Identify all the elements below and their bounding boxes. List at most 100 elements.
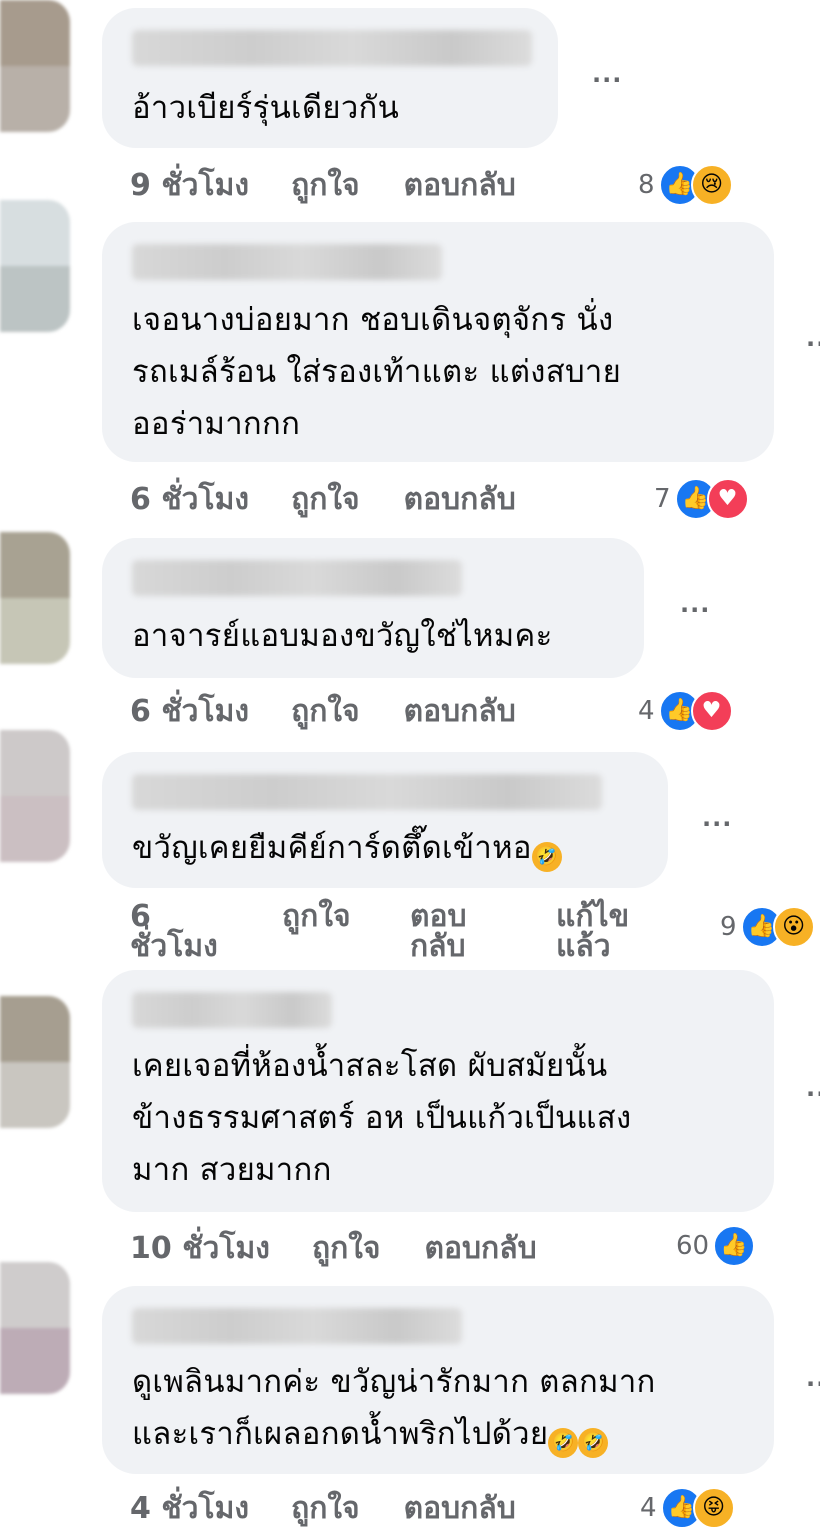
wow-icon: 😮 (772, 906, 815, 948)
reaction-count: 9 (720, 912, 737, 942)
comment-actions: 6 ชั่วโมง ถูกใจ ตอบกลับ (130, 689, 516, 733)
comment-text: อาจารย์แอบมองขวัญใช่ไหมคะ (132, 618, 553, 654)
more-options-button[interactable]: ··· (592, 66, 622, 94)
comment-text: และเราก็เผลอกดน้ำพริกไปด้วย 🤣 🤣 (132, 1408, 609, 1460)
avatar[interactable] (0, 532, 70, 664)
comment-text-line: ขวัญเคยยืมคีย์การ์ดตึ๊ดเข้าหอ (132, 830, 532, 866)
avatar[interactable] (0, 200, 70, 332)
more-options-button[interactable]: ··· (806, 1080, 820, 1108)
reaction-summary[interactable]: 8 👍 😢 (638, 163, 733, 207)
like-button[interactable]: ถูกใจ (282, 902, 351, 932)
avatar-blur (0, 1262, 70, 1328)
comment-text: รถเมล์ร้อน ใส่รองเท้าแตะ แต่งสบาย (132, 354, 622, 390)
reaction-count: 4 (638, 696, 655, 726)
comment-text: เคยเจอที่ห้องน้ำสละโสด ผับสมัยนั้น (132, 1048, 608, 1084)
commenter-name[interactable] (132, 992, 332, 1028)
comment-actions: 10 ชั่วโมง ถูกใจ ตอบกลับ (130, 1226, 537, 1270)
reaction-summary[interactable]: 9 👍 😮 (720, 905, 815, 949)
timestamp[interactable]: 4 ชั่วโมง (130, 1485, 249, 1532)
rofl-emoji-icon: 🤣 (531, 842, 562, 872)
reply-line: กลับ (410, 929, 466, 964)
reaction-count: 7 (654, 484, 671, 514)
reply-button[interactable]: ตอบ กลับ (410, 902, 467, 962)
more-options-button[interactable]: ··· (806, 330, 820, 358)
love-icon: ♥ (690, 690, 733, 732)
avatar-blur (0, 730, 70, 796)
avatar[interactable] (0, 0, 70, 132)
sad-icon: 😢 (690, 164, 733, 206)
reaction-summary[interactable]: 4 👍 😝 (640, 1486, 735, 1530)
haha-icon: 😝 (692, 1487, 735, 1529)
comment-text: เจอนางบ่อยมาก ชอบเดินจตุจักร นั่ง (132, 302, 614, 338)
reaction-summary[interactable]: 4 👍 ♥ (638, 689, 733, 733)
like-icon: 👍 (713, 1225, 756, 1267)
avatar[interactable] (0, 730, 70, 862)
love-icon: ♥ (706, 478, 749, 520)
comment-actions: 9 ชั่วโมง ถูกใจ ตอบกลับ (130, 163, 516, 207)
rofl-emoji-icon: 🤣 (578, 1428, 609, 1458)
avatar-blur (0, 598, 70, 664)
reply-button[interactable]: ตอบกลับ (425, 1225, 537, 1272)
timestamp[interactable]: 6 ชั่วโมง (130, 476, 249, 523)
reaction-summary[interactable]: 7 👍 ♥ (654, 477, 749, 521)
commenter-name[interactable] (132, 244, 442, 280)
avatar-blur (0, 0, 70, 66)
comment-bubble: เจอนางบ่อยมาก ชอบเดินจตุจักร นั่ง รถเมล์… (102, 222, 774, 462)
comment-text: ออร่ามากกก (132, 406, 301, 442)
commenter-name[interactable] (132, 774, 602, 810)
avatar[interactable] (0, 1262, 70, 1394)
avatar[interactable] (0, 996, 70, 1128)
commenter-name[interactable] (132, 1308, 462, 1344)
avatar-blur (0, 996, 70, 1062)
comment-bubble: อาจารย์แอบมองขวัญใช่ไหมคะ (102, 538, 644, 678)
edited-line: แก้ไข (556, 899, 630, 934)
timestamp[interactable]: 6 ชั่วโมง (130, 688, 249, 735)
avatar-blur (0, 1328, 70, 1394)
reply-button[interactable]: ตอบกลับ (404, 476, 516, 523)
avatar-blur (0, 66, 70, 132)
comment-bubble: เคยเจอที่ห้องน้ำสละโสด ผับสมัยนั้น ข้างธ… (102, 970, 774, 1212)
avatar-blur (0, 200, 70, 266)
timestamp-line: ชั่วโมง (130, 929, 218, 964)
comment-text: ดูเพลินมากค่ะ ขวัญน่ารักมาก ตลกมาก (132, 1364, 656, 1400)
timestamp[interactable]: 6 ชั่วโมง (130, 902, 218, 962)
reaction-count: 60 (676, 1231, 710, 1261)
comment-text: อ้าวเบียร์รุ่นเดียวกัน (132, 90, 400, 126)
comment-text: ข้างธรรมศาสตร์ อห เป็นแก้วเป็นแสง (132, 1100, 632, 1136)
avatar-blur (0, 532, 70, 598)
edited-label[interactable]: แก้ไข แล้ว (556, 902, 629, 962)
reply-button[interactable]: ตอบกลับ (404, 162, 516, 209)
reaction-count: 4 (640, 1493, 657, 1523)
reaction-count: 8 (638, 170, 655, 200)
reply-button[interactable]: ตอบกลับ (404, 1485, 516, 1532)
timestamp[interactable]: 9 ชั่วโมง (130, 162, 249, 209)
avatar-blur (0, 796, 70, 862)
comment-text: มาก สวยมากก (132, 1152, 332, 1188)
like-button[interactable]: ถูกใจ (291, 162, 360, 209)
comment-actions: 4 ชั่วโมง ถูกใจ ตอบกลับ (130, 1486, 516, 1530)
edited-line: แล้ว (556, 929, 611, 964)
comment-text: ขวัญเคยยืมคีย์การ์ดตึ๊ดเข้าหอ 🤣 (132, 822, 562, 874)
more-options-button[interactable]: ··· (702, 810, 732, 838)
commenter-name[interactable] (132, 30, 532, 66)
more-options-button[interactable]: ··· (680, 596, 710, 624)
more-options-button[interactable]: ··· (806, 1370, 820, 1398)
like-button[interactable]: ถูกใจ (312, 1225, 381, 1272)
reply-line: ตอบ (410, 899, 467, 934)
rofl-emoji-icon: 🤣 (548, 1428, 579, 1458)
comment-bubble: อ้าวเบียร์รุ่นเดียวกัน (102, 8, 558, 148)
like-button[interactable]: ถูกใจ (291, 1485, 360, 1532)
reply-button[interactable]: ตอบกลับ (404, 688, 516, 735)
commenter-name[interactable] (132, 560, 462, 596)
like-button[interactable]: ถูกใจ (291, 476, 360, 523)
like-button[interactable]: ถูกใจ (291, 688, 360, 735)
comment-bubble: ขวัญเคยยืมคีย์การ์ดตึ๊ดเข้าหอ 🤣 (102, 752, 668, 888)
avatar-blur (0, 1062, 70, 1128)
comment-actions: 6 ชั่วโมง ถูกใจ ตอบกลับ (130, 477, 516, 521)
comment-text-line: และเราก็เผลอกดน้ำพริกไปด้วย (132, 1416, 549, 1452)
timestamp-line: 6 (130, 899, 151, 934)
comment-bubble: ดูเพลินมากค่ะ ขวัญน่ารักมาก ตลกมาก และเร… (102, 1286, 774, 1474)
timestamp[interactable]: 10 ชั่วโมง (130, 1225, 270, 1272)
avatar-blur (0, 266, 70, 332)
reaction-summary[interactable]: 60 👍 (676, 1224, 756, 1268)
